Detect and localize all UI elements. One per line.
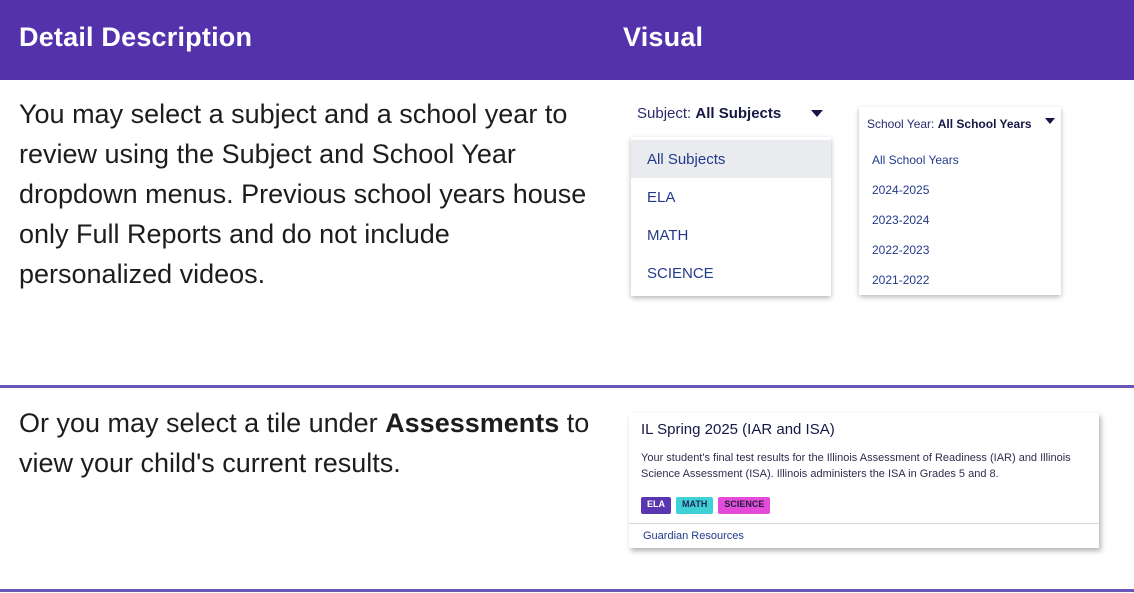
year-option-2022-2023[interactable]: 2022-2023 bbox=[859, 235, 1061, 265]
row2-text-before: Or you may select a tile under bbox=[19, 408, 386, 438]
subject-option-science[interactable]: SCIENCE bbox=[631, 254, 831, 292]
tag-ela[interactable]: ELA bbox=[641, 497, 671, 514]
assessments-emphasis: Assessments bbox=[385, 408, 560, 438]
year-option-2023-2024[interactable]: 2023-2024 bbox=[859, 205, 1061, 235]
tag-science[interactable]: SCIENCE bbox=[718, 497, 771, 514]
subject-tags: ELA MATH SCIENCE bbox=[641, 497, 775, 514]
row2-description: Or you may select a tile under Assessmen… bbox=[19, 403, 619, 483]
row-divider-bottom bbox=[0, 589, 1134, 592]
school-year-dropdown[interactable]: School Year: All School Years All School… bbox=[859, 107, 1061, 295]
subject-dropdown[interactable]: Subject: All Subjects All Subjects ELA M… bbox=[631, 95, 831, 296]
year-option-all[interactable]: All School Years bbox=[859, 145, 1061, 175]
tile-divider bbox=[629, 523, 1099, 524]
year-option-2021-2022[interactable]: 2021-2022 bbox=[859, 265, 1061, 295]
assessment-tile-description-line1: Your student's final test results for th… bbox=[641, 452, 1071, 464]
tag-math[interactable]: MATH bbox=[676, 497, 714, 514]
assessment-tile-description-line2: Science Assessment (ISA). Illinois admin… bbox=[641, 468, 999, 480]
school-year-dropdown-label: School Year: bbox=[867, 117, 938, 131]
row-divider bbox=[0, 385, 1134, 388]
column-header-visual: Visual bbox=[623, 22, 704, 52]
subject-dropdown-label: Subject: bbox=[637, 105, 696, 122]
assessment-tile-description: Your student's final test results for th… bbox=[641, 450, 1099, 482]
assessment-tile-title: IL Spring 2025 (IAR and ISA) bbox=[641, 421, 835, 438]
subject-dropdown-value: All Subjects bbox=[695, 105, 782, 122]
year-option-2024-2025[interactable]: 2024-2025 bbox=[859, 175, 1061, 205]
table-header: Detail Description Visual bbox=[0, 0, 1134, 80]
row1-description: You may select a subject and a school ye… bbox=[19, 99, 587, 289]
subject-option-all-subjects[interactable]: All Subjects bbox=[631, 140, 831, 178]
caret-down-icon[interactable] bbox=[1045, 118, 1055, 124]
school-year-dropdown-value: All School Years bbox=[937, 117, 1032, 131]
subject-dropdown-toggle[interactable]: Subject: All Subjects bbox=[631, 95, 831, 137]
caret-down-icon[interactable] bbox=[811, 110, 823, 117]
subject-option-math[interactable]: MATH bbox=[631, 216, 831, 254]
school-year-dropdown-toggle[interactable]: School Year: All School Years bbox=[859, 107, 1061, 139]
subject-option-ela[interactable]: ELA bbox=[631, 178, 831, 216]
assessment-tile[interactable]: IL Spring 2025 (IAR and ISA) Your studen… bbox=[629, 413, 1099, 548]
guardian-resources-link[interactable]: Guardian Resources bbox=[643, 530, 744, 542]
column-header-detail-description: Detail Description bbox=[19, 22, 253, 52]
subject-dropdown-menu: All Subjects ELA MATH SCIENCE bbox=[631, 137, 831, 296]
